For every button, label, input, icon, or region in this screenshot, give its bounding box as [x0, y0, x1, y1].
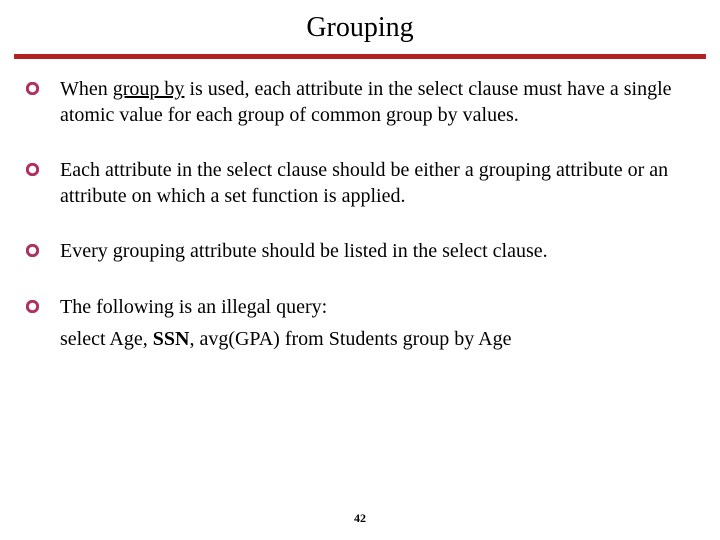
bullet-item: When group by is used, each attribute in…: [26, 77, 694, 128]
bullet-line: The following is an illegal query:: [60, 296, 327, 318]
bullet-text: Every grouping attribute should be liste…: [60, 239, 694, 265]
bullet-text: When group by is used, each attribute in…: [60, 77, 694, 128]
donut-bullet-icon: [26, 295, 60, 313]
donut-bullet-icon: [26, 77, 60, 95]
bullet-text: Each attribute in the select clause shou…: [60, 158, 694, 209]
slide: Grouping When group by is used, each att…: [0, 0, 720, 540]
query-line: select Age, SSN, avg(GPA) from Students …: [60, 327, 694, 353]
slide-content: When group by is used, each attribute in…: [0, 77, 720, 352]
slide-title: Grouping: [0, 0, 720, 54]
bullet-item: The following is an illegal query: selec…: [26, 295, 694, 352]
bullet-item: Every grouping attribute should be liste…: [26, 239, 694, 265]
donut-bullet-icon: [26, 158, 60, 176]
bullet-text: The following is an illegal query: selec…: [60, 295, 694, 352]
page-number: 42: [0, 511, 720, 526]
title-rule: [14, 54, 706, 59]
donut-bullet-icon: [26, 239, 60, 257]
bullet-item: Each attribute in the select clause shou…: [26, 158, 694, 209]
